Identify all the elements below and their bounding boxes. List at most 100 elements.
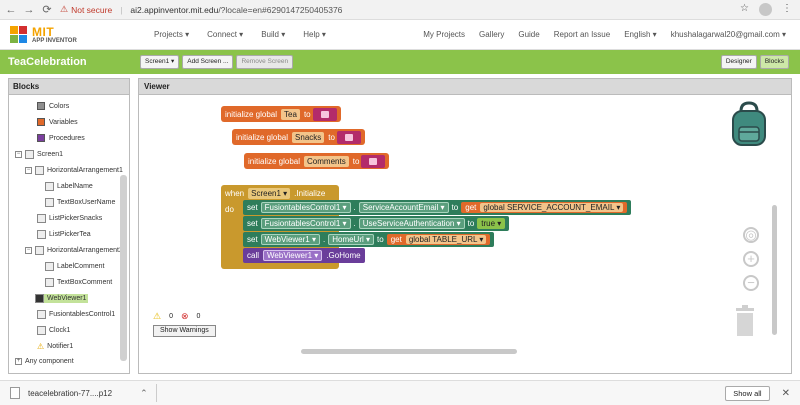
chevron-up-icon[interactable]: ⌃ <box>140 388 148 399</box>
call-gohome-block[interactable]: call WebViewer1 ▾ .GoHome <box>243 248 365 263</box>
tree-clock1[interactable]: Clock1 <box>37 326 70 335</box>
variable-name-field[interactable]: Tea <box>281 108 300 120</box>
mit-logo[interactable]: MIT APP INVENTOR <box>10 25 120 44</box>
recenter-icon[interactable]: ◎ <box>743 227 759 243</box>
browser-menu-icon[interactable]: ⋮ <box>782 3 792 16</box>
tree-label: Clock1 <box>49 327 71 334</box>
event-component-dropdown[interactable]: Screen1 ▾ <box>248 187 291 199</box>
tree-fusiontablescontrol1[interactable]: FusiontablesControl1 <box>37 310 115 319</box>
tree-textboxcomment[interactable]: TextBoxComment <box>45 278 112 287</box>
my-projects-link[interactable]: My Projects <box>423 30 465 39</box>
component-dropdown[interactable]: FusiontablesControl1 ▾ <box>260 202 351 213</box>
block-text: set <box>247 219 258 228</box>
collapse-toggle-icon[interactable]: − <box>15 151 22 158</box>
boolean-true-block[interactable]: true ▾ <box>477 218 506 229</box>
empty-list-block[interactable] <box>361 154 386 168</box>
arrangement-icon <box>35 166 44 175</box>
errors-count: 0 <box>196 313 201 320</box>
collapse-toggle-icon[interactable]: − <box>25 247 32 254</box>
viewer-panel: Viewer initialize global Tea to initiali… <box>138 78 792 374</box>
gallery-link[interactable]: Gallery <box>479 30 504 39</box>
profile-avatar[interactable] <box>759 3 772 16</box>
tree-listpickersnacks[interactable]: ListPickerSnacks <box>37 214 102 223</box>
trash-icon[interactable] <box>735 305 755 337</box>
empty-list-block[interactable] <box>336 130 361 144</box>
zoom-in-icon[interactable]: + <box>743 251 759 267</box>
tree-screen1[interactable]: − Screen1 <box>15 150 63 159</box>
property-dropdown[interactable]: ServiceAccountEmail ▾ <box>358 202 449 213</box>
forward-arrow-icon[interactable]: → <box>22 3 36 17</box>
download-item[interactable]: teacelebration-77....p12 ⌃ <box>10 387 148 399</box>
collapse-toggle-icon[interactable]: − <box>25 167 32 174</box>
tree-labelname[interactable]: LabelName <box>45 182 93 191</box>
show-warnings-button[interactable]: Show Warnings <box>153 325 216 337</box>
menu-connect[interactable]: Connect ▾ <box>207 30 243 39</box>
menu-build[interactable]: Build ▾ <box>261 30 285 39</box>
set-homeurl-block[interactable]: set WebViewer1 ▾ . HomeUrl ▾ to get glob… <box>243 232 495 247</box>
tree-textboxusername[interactable]: TextBoxUserName <box>45 198 115 207</box>
clock-component-icon <box>37 326 46 335</box>
init-global-snacks-block[interactable]: initialize global Snacks to <box>232 129 365 145</box>
get-global-block[interactable]: get global TABLE_URL ▾ <box>386 234 491 245</box>
blocks-scrollbar[interactable] <box>120 175 127 361</box>
close-icon[interactable]: ✕ <box>782 388 790 399</box>
tree-listpickertea[interactable]: ListPickerTea <box>37 230 91 239</box>
notifier-warning-icon: ⚠ <box>37 342 45 351</box>
tree-label: Any component <box>25 358 74 365</box>
builtin-variables[interactable]: Variables <box>37 118 78 126</box>
webviewer-component-icon <box>35 294 44 303</box>
property-dropdown[interactable]: UseServiceAuthentication ▾ <box>358 218 465 229</box>
get-global-block[interactable]: get global SERVICE_ACCOUNT_EMAIL ▾ <box>461 202 628 213</box>
tree-webviewer1[interactable]: WebViewer1 <box>35 294 89 303</box>
download-filename: teacelebration-77....p12 <box>28 388 113 398</box>
backpack-icon[interactable] <box>729 101 769 147</box>
screen-icon <box>25 150 34 159</box>
show-all-button[interactable]: Show all <box>725 385 770 401</box>
variable-name-field[interactable]: Snacks <box>292 131 325 143</box>
blocks-panel: Blocks Colors Variables Procedures − Scr… <box>8 78 130 374</box>
bookmark-star-icon[interactable]: ☆ <box>740 3 749 16</box>
label-component-icon <box>45 262 54 271</box>
tree-horizontalarrangement2[interactable]: − HorizontalArrangement2 <box>25 246 123 255</box>
init-global-comments-block[interactable]: initialize global Comments to <box>244 153 390 169</box>
menu-help[interactable]: Help ▾ <box>303 30 326 39</box>
zoom-out-icon[interactable]: − <box>743 275 759 291</box>
method-name-text: .GoHome <box>326 251 361 260</box>
listpicker-component-icon <box>37 214 46 223</box>
variable-name-field[interactable]: Comments <box>304 155 349 167</box>
builtin-procedures[interactable]: Procedures <box>37 134 85 142</box>
component-dropdown[interactable]: WebViewer1 ▾ <box>260 234 320 245</box>
tree-labelcomment[interactable]: LabelComment <box>45 262 104 271</box>
tree-notifier1[interactable]: ⚠ Notifier1 <box>37 342 73 351</box>
set-serviceaccountemail-block[interactable]: set FusiontablesControl1 ▾ . ServiceAcco… <box>243 200 632 215</box>
component-dropdown[interactable]: WebViewer1 ▾ <box>263 250 323 261</box>
component-dropdown[interactable]: FusiontablesControl1 ▾ <box>260 218 351 229</box>
download-bar: teacelebration-77....p12 ⌃ Show all ✕ <box>0 380 800 405</box>
workspace-horizontal-scrollbar[interactable] <box>301 349 517 354</box>
report-issue-link[interactable]: Report an Issue <box>554 30 610 39</box>
workspace-vertical-scrollbar[interactable] <box>772 205 777 335</box>
tree-horizontalarrangement1[interactable]: − HorizontalArrangement1 <box>25 166 123 175</box>
account-menu[interactable]: khushalagarwal20@gmail.com ▾ <box>671 30 786 39</box>
add-screen-button[interactable]: Add Screen ... <box>182 55 234 69</box>
expand-toggle-icon[interactable]: + <box>15 358 22 365</box>
variable-dropdown[interactable]: global TABLE_URL ▾ <box>405 235 487 244</box>
language-menu[interactable]: English ▾ <box>624 30 656 39</box>
blocks-button[interactable]: Blocks <box>759 55 789 69</box>
remove-screen-button[interactable]: Remove Screen <box>236 55 294 69</box>
designer-button[interactable]: Designer <box>720 55 757 69</box>
screen-select-button[interactable]: Screen1 ▾ <box>140 55 180 69</box>
variable-dropdown[interactable]: global SERVICE_ACCOUNT_EMAIL ▾ <box>480 203 624 212</box>
set-useserviceauthentication-block[interactable]: set FusiontablesControl1 ▾ . UseServiceA… <box>243 216 510 231</box>
builtin-colors[interactable]: Colors <box>37 102 69 110</box>
back-arrow-icon[interactable]: ← <box>4 3 18 17</box>
menu-projects[interactable]: Projects ▾ <box>154 30 189 39</box>
empty-list-block[interactable] <box>312 107 337 121</box>
tree-any-component[interactable]: + Any component <box>15 358 74 365</box>
property-dropdown[interactable]: HomeUrl ▾ <box>328 234 375 245</box>
init-global-tea-block[interactable]: initialize global Tea to <box>221 106 341 122</box>
url-field[interactable]: ⚠ Not secure | ai2.appinventor.mit.edu /… <box>60 2 732 17</box>
reload-icon[interactable]: ⟳ <box>40 3 54 17</box>
guide-link[interactable]: Guide <box>518 30 539 39</box>
procedures-swatch-icon <box>37 134 45 142</box>
